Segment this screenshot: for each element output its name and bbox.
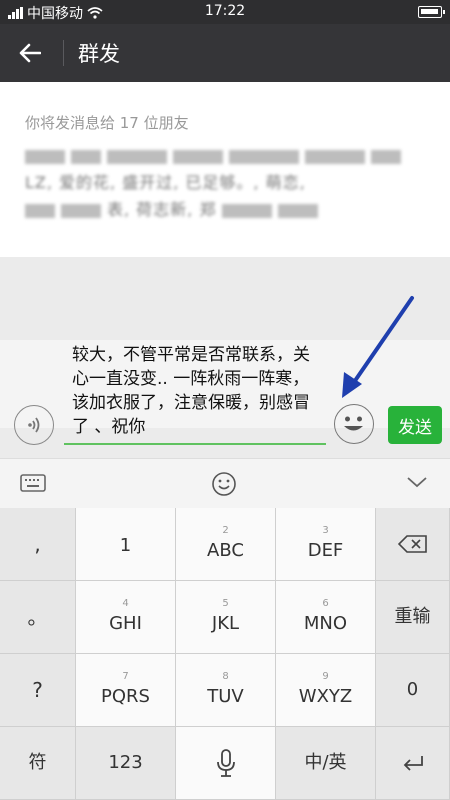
symbols-key[interactable]: 符 (0, 727, 76, 800)
keyboard-toolbar (0, 458, 450, 508)
back-arrow-icon (19, 43, 41, 63)
keyboard-icon[interactable] (20, 473, 46, 493)
language-switch-key[interactable]: 中/英 (276, 727, 376, 800)
keyboard-emoji-icon[interactable] (211, 471, 237, 497)
backspace-key[interactable] (376, 508, 450, 581)
t9-keyboard: , 。 ? ! 1 2ABC 3DEF 4GHI 5JKL 6MNO 重输 7P… (0, 508, 450, 800)
numbers-key[interactable]: 123 (76, 727, 176, 800)
voice-icon (28, 417, 40, 433)
key-question[interactable]: ? (0, 654, 76, 727)
voice-input-button[interactable] (14, 405, 54, 445)
chevron-down-icon[interactable] (406, 475, 428, 489)
recipient-count: 你将发消息给 17 位朋友 (25, 114, 189, 132)
key-pqrs[interactable]: 7 PQRS (76, 654, 176, 727)
send-button[interactable]: 发送 (388, 406, 442, 444)
page-title: 群发 (78, 42, 120, 66)
enter-key[interactable] (376, 727, 450, 800)
title-divider (63, 40, 64, 66)
key-def[interactable]: 3 DEF (276, 508, 376, 581)
smiley-icon (344, 416, 363, 431)
key-wxyz[interactable]: 9 WXYZ (276, 654, 376, 727)
recipient-list: LZ, 爱的花, 盛开过, 已足够。, 萌恋, 表, 荷志新, 郑 (25, 142, 435, 223)
key-jkl[interactable]: 5 JKL (176, 581, 276, 654)
status-bar: 中国移动 17:22 (0, 0, 450, 24)
message-input[interactable]: 较大，不管平常是否常联系，关心一直没变.. 一阵秋雨一阵寒，该加衣服了，注意保暖… (64, 343, 326, 445)
key-ghi[interactable]: 4 GHI (76, 581, 176, 654)
annotation-arrow-icon (342, 296, 414, 398)
recipient-line-1: LZ, 爱的花, 盛开过, 已足够。, 萌恋, (25, 173, 306, 192)
recipient-line-2: 表, 荷志新, 郑 (25, 196, 435, 223)
battery-icon (418, 6, 445, 18)
space-mic-key[interactable] (176, 727, 276, 800)
backspace-icon (397, 535, 427, 553)
emoji-button[interactable] (334, 404, 374, 444)
back-button[interactable] (12, 35, 48, 71)
key-period[interactable]: 。 (0, 581, 76, 654)
key-mno[interactable]: 6 MNO (276, 581, 376, 654)
key-tuv[interactable]: 8 TUV (176, 654, 276, 727)
key-comma[interactable]: , (0, 508, 76, 581)
key-1[interactable]: 1 (76, 508, 176, 581)
microphone-icon (216, 749, 235, 777)
recipients-panel: 你将发消息给 17 位朋友 LZ, 爱的花, 盛开过, 已足够。, 萌恋, 表,… (0, 82, 450, 257)
title-bar: 群发 (0, 24, 450, 82)
clock: 17:22 (204, 3, 246, 19)
recipient-line-2-text: 表, 荷志新, 郑 (107, 200, 217, 219)
enter-icon (403, 756, 423, 771)
recipient-line-pixelated (25, 142, 435, 169)
key-0[interactable]: 0 (376, 654, 450, 727)
reenter-key[interactable]: 重输 (376, 581, 450, 654)
key-abc[interactable]: 2 ABC (176, 508, 276, 581)
